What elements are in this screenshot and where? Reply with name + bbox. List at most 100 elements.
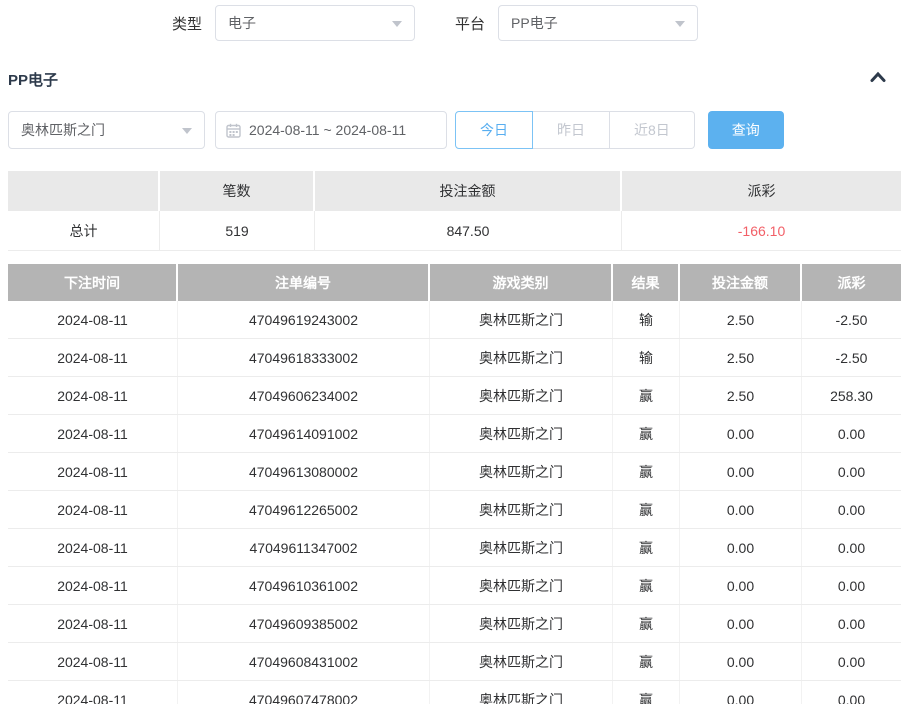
header-payout: 派彩 (802, 264, 901, 301)
cell-bet-amount: 0.00 (680, 529, 802, 566)
cell-payout: 0.00 (802, 643, 901, 680)
table-row: 2024-08-1147049606234002奥林匹斯之门赢2.50258.3… (8, 377, 901, 415)
range-button-0[interactable]: 今日 (455, 111, 533, 149)
cell-payout: -2.50 (802, 301, 901, 338)
cell-result: 赢 (613, 377, 680, 414)
cell-result: 赢 (613, 491, 680, 528)
cell-result: 赢 (613, 529, 680, 566)
summary-total-row: 总计 519 847.50 -166.10 (8, 211, 901, 251)
cell-bet-time: 2024-08-11 (8, 491, 178, 528)
cell-game-type: 奥林匹斯之门 (430, 605, 613, 642)
cell-bet-amount: 2.50 (680, 301, 802, 338)
cell-game-type: 奥林匹斯之门 (430, 453, 613, 490)
table-row: 2024-08-1147049609385002奥林匹斯之门赢0.000.00 (8, 605, 901, 643)
table-row: 2024-08-1147049612265002奥林匹斯之门赢0.000.00 (8, 491, 901, 529)
table-row: 2024-08-1147049608431002奥林匹斯之门赢0.000.00 (8, 643, 901, 681)
date-range-input[interactable]: 2024-08-11 ~ 2024-08-11 (215, 111, 447, 149)
cell-bet-time: 2024-08-11 (8, 415, 178, 452)
cell-bet-amount: 0.00 (680, 643, 802, 680)
range-button-group: 今日昨日近8日 (455, 111, 695, 149)
cell-result: 赢 (613, 567, 680, 604)
cell-game-type: 奥林匹斯之门 (430, 415, 613, 452)
cell-game-type: 奥林匹斯之门 (430, 377, 613, 414)
summary-total-label: 总计 (8, 211, 160, 250)
cell-bet-number: 47049609385002 (178, 605, 430, 642)
summary-total-count: 519 (160, 211, 315, 250)
summary-table: 笔数 投注金额 派彩 总计 519 847.50 -166.10 (8, 171, 901, 251)
cell-bet-number: 47049611347002 (178, 529, 430, 566)
game-select-value: 奥林匹斯之门 (21, 120, 105, 140)
cell-payout: 258.30 (802, 377, 901, 414)
top-filter-bar: 类型 电子 平台 PP电子 (0, 4, 909, 42)
collapse-section-button[interactable] (867, 68, 901, 91)
cell-game-type: 奥林匹斯之门 (430, 567, 613, 604)
summary-header-blank (8, 171, 160, 211)
type-select[interactable]: 电子 (215, 5, 415, 41)
platform-select[interactable]: PP电子 (498, 5, 698, 41)
header-game-type: 游戏类别 (430, 264, 613, 301)
summary-total-payout: -166.10 (622, 211, 901, 250)
cell-bet-amount: 0.00 (680, 453, 802, 490)
cell-bet-number: 47049614091002 (178, 415, 430, 452)
detail-table-body: 2024-08-1147049619243002奥林匹斯之门输2.50-2.50… (8, 301, 901, 704)
cell-result: 赢 (613, 605, 680, 642)
cell-game-type: 奥林匹斯之门 (430, 339, 613, 376)
cell-bet-amount: 2.50 (680, 339, 802, 376)
table-row: 2024-08-1147049618333002奥林匹斯之门输2.50-2.50 (8, 339, 901, 377)
summary-table-header: 笔数 投注金额 派彩 (8, 171, 901, 211)
cell-bet-time: 2024-08-11 (8, 377, 178, 414)
cell-bet-amount: 0.00 (680, 491, 802, 528)
query-button[interactable]: 查询 (708, 111, 784, 149)
table-row: 2024-08-1147049607478002奥林匹斯之门赢0.000.00 (8, 681, 901, 704)
calendar-icon (226, 123, 241, 138)
cell-payout: 0.00 (802, 415, 901, 452)
cell-bet-time: 2024-08-11 (8, 643, 178, 680)
cell-bet-number: 47049610361002 (178, 567, 430, 604)
cell-payout: 0.00 (802, 567, 901, 604)
chevron-down-icon (675, 21, 685, 27)
cell-result: 赢 (613, 453, 680, 490)
type-label: 类型 (172, 13, 202, 34)
cell-payout: 0.00 (802, 605, 901, 642)
section-header: PP电子 (8, 68, 901, 91)
header-bet-number: 注单编号 (178, 264, 430, 301)
cell-result: 赢 (613, 643, 680, 680)
type-select-value: 电子 (228, 13, 256, 33)
chevron-up-icon (869, 70, 887, 84)
cell-bet-number: 47049613080002 (178, 453, 430, 490)
cell-bet-number: 47049612265002 (178, 491, 430, 528)
range-button-2[interactable]: 近8日 (610, 111, 695, 149)
cell-bet-amount: 2.50 (680, 377, 802, 414)
table-row: 2024-08-1147049619243002奥林匹斯之门输2.50-2.50 (8, 301, 901, 339)
cell-payout: 0.00 (802, 529, 901, 566)
cell-result: 赢 (613, 681, 680, 704)
summary-header-bet-amount: 投注金额 (315, 171, 622, 211)
date-range-value: 2024-08-11 ~ 2024-08-11 (249, 122, 406, 138)
cell-bet-number: 47049608431002 (178, 643, 430, 680)
detail-table: 下注时间 注单编号 游戏类别 结果 投注金额 派彩 2024-08-114704… (8, 264, 901, 704)
cell-bet-time: 2024-08-11 (8, 529, 178, 566)
detail-table-header: 下注时间 注单编号 游戏类别 结果 投注金额 派彩 (8, 264, 901, 301)
game-select[interactable]: 奥林匹斯之门 (8, 111, 205, 149)
summary-header-count: 笔数 (160, 171, 315, 211)
cell-bet-amount: 0.00 (680, 415, 802, 452)
platform-select-value: PP电子 (511, 13, 558, 33)
cell-bet-amount: 0.00 (680, 567, 802, 604)
cell-bet-amount: 0.00 (680, 681, 802, 704)
query-controls: 奥林匹斯之门 2024-08-11 ~ 2024-08-11 今日昨日近8日 查… (8, 111, 901, 149)
cell-bet-time: 2024-08-11 (8, 453, 178, 490)
header-result: 结果 (613, 264, 680, 301)
cell-bet-time: 2024-08-11 (8, 567, 178, 604)
cell-bet-time: 2024-08-11 (8, 605, 178, 642)
table-row: 2024-08-1147049614091002奥林匹斯之门赢0.000.00 (8, 415, 901, 453)
summary-header-payout: 派彩 (622, 171, 901, 211)
chevron-down-icon (392, 21, 402, 27)
summary-total-bet-amount: 847.50 (315, 211, 622, 250)
range-button-1[interactable]: 昨日 (533, 111, 610, 149)
cell-game-type: 奥林匹斯之门 (430, 491, 613, 528)
header-bet-time: 下注时间 (8, 264, 178, 301)
cell-bet-number: 47049619243002 (178, 301, 430, 338)
cell-payout: -2.50 (802, 339, 901, 376)
cell-result: 输 (613, 301, 680, 338)
cell-payout: 0.00 (802, 681, 901, 704)
